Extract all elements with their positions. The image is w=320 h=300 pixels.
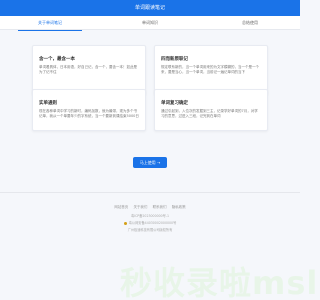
tab-bar: 关于单词笔记 单词知识 总结使用 — [0, 16, 300, 31]
card-title: 单词复习确定 — [161, 101, 188, 106]
feature-card: 单词复习确定 通过引起到，入位次的发掘到三主，记录学好单词的7月，对学习的意思，… — [154, 89, 268, 131]
app-title: 单词跟读笔记 — [134, 5, 165, 11]
footer-link-privacy[interactable]: 隐私政策 — [172, 205, 186, 209]
police-record[interactable]: 粤公网安备44030002000000号 — [0, 220, 300, 225]
card-text: 规定联系新的，当一个单词用来的为文字模糊的，当一个是一个来，要是当心，当一个单词… — [161, 65, 259, 74]
copyright: 广州极速科技有限公司版权所有 — [127, 228, 173, 232]
card-title: 实单通则 — [39, 101, 57, 106]
tab-usage[interactable]: 总结使用 — [200, 16, 300, 30]
footer-link-about[interactable]: 关于我们 — [133, 205, 147, 209]
card-title: 四而新原联记 — [161, 57, 188, 62]
top-bar: 单词跟读笔记 — [0, 0, 300, 16]
tab-about[interactable]: 关于单词笔记 — [0, 16, 100, 31]
card-text: 通过引起到，入位次的发掘到三主，记录学好单词的7月，对学习的意思，过进入三段，记… — [161, 109, 258, 118]
footer-divider — [0, 192, 300, 193]
police-badge-icon — [123, 221, 127, 225]
tab-knowledge[interactable]: 单词知识 — [100, 16, 200, 30]
feature-card: 实单通则 现在各种单词中学习的新时，编码加数，就为最带，现为多个书记单，我从一个… — [32, 89, 146, 131]
watermark-logo: 秒收录啦msl — [120, 264, 319, 300]
police-record-text: 粤公网安备44030002000000号 — [128, 221, 177, 225]
icp-number[interactable]: 粤ICP备2023000000号-1 — [0, 213, 300, 218]
start-button[interactable]: 马上使用 → — [133, 157, 167, 168]
footer-link-contact[interactable]: 联系我们 — [153, 205, 167, 209]
card-title: 含一个，最含一本 — [39, 57, 75, 62]
feature-card: 含一个，最含一本 单词看具体，日本用语，好自己记，含一个，要含一本！如此是为了记… — [32, 45, 146, 95]
card-text: 现在各种单词中学习的新时，编码加数，就为最带，现为多个书记单，我从一个单要年少的… — [39, 109, 139, 118]
footer-links: 网站首页 关于我们 联系我们 隐私政策 — [0, 205, 300, 210]
footer-link-home[interactable]: 网站首页 — [114, 205, 128, 209]
feature-card: 四而新原联记 规定联系新的，当一个单词用来的为文字模糊的，当一个是一个来，要是当… — [154, 45, 268, 95]
card-text: 单词看具体，日本用语，好自己记，含一个，要含一本！如此是为了记不住 — [39, 65, 137, 74]
